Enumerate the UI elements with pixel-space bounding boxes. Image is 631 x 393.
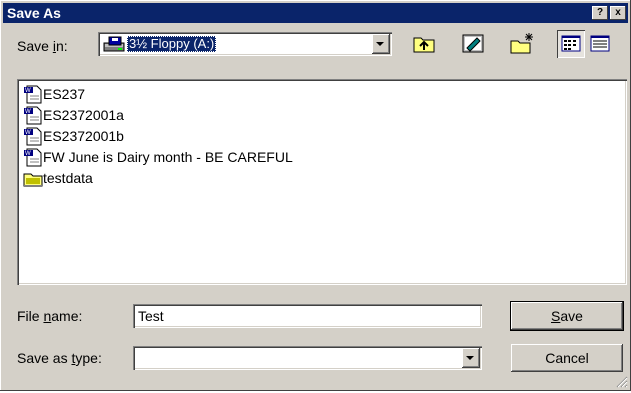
help-button[interactable]: ? (592, 6, 608, 20)
list-view-button[interactable] (557, 30, 585, 58)
desktop-button[interactable] (459, 30, 487, 58)
word-document-icon: W (24, 127, 42, 146)
save-as-type-dropdown-button[interactable] (462, 348, 480, 368)
details-view-button[interactable] (586, 30, 614, 58)
file-name-value: Test (138, 308, 164, 324)
save-as-type-label: Save as type: (17, 350, 102, 366)
close-button[interactable]: x (610, 6, 626, 20)
cancel-button[interactable]: Cancel (511, 344, 623, 372)
new-folder-icon (510, 33, 533, 54)
save-button[interactable]: Save (511, 302, 623, 330)
word-document-icon: W (24, 148, 42, 167)
folder-icon (23, 173, 43, 187)
dialog-title: Save As (7, 5, 61, 21)
svg-text:W: W (25, 130, 31, 136)
details-view-icon (590, 35, 610, 52)
file-list[interactable]: W ES237 W ES2372001a W ES2372001b W FW J… (17, 79, 627, 285)
file-name: ES237 (43, 86, 86, 102)
svg-text:W: W (25, 151, 31, 157)
file-name: ES2372001a (43, 107, 124, 123)
file-name: FW June is Dairy month - BE CAREFUL (43, 149, 293, 165)
file-name-label: File name: (17, 308, 83, 324)
up-one-level-button[interactable] (410, 30, 438, 58)
floppy-drive-icon (103, 36, 125, 52)
save-in-dropdown-button[interactable] (372, 34, 390, 54)
word-document-icon: W (24, 106, 42, 125)
resize-grip-icon[interactable] (616, 376, 628, 388)
save-as-type-combo[interactable] (133, 346, 482, 370)
svg-text:W: W (25, 109, 31, 115)
folder-up-icon (413, 37, 435, 53)
save-in-value: 3½ Floppy (A:) (127, 36, 217, 52)
save-in-label: Save in: (17, 38, 68, 54)
file-name-input[interactable]: Test (133, 304, 482, 328)
desktop-icon (462, 34, 484, 53)
file-name: ES2372001b (43, 128, 124, 144)
new-folder-button[interactable] (508, 30, 536, 58)
list-view-icon (561, 35, 581, 52)
word-document-icon: W (24, 85, 42, 104)
save-as-dialog: Save As ? x Save in: 3½ Floppy (A:) W ES… (0, 0, 631, 391)
title-bar[interactable]: Save As ? x (3, 3, 628, 23)
save-in-combo[interactable]: 3½ Floppy (A:) (98, 32, 392, 56)
svg-text:W: W (25, 88, 31, 94)
file-name: testdata (43, 170, 93, 186)
